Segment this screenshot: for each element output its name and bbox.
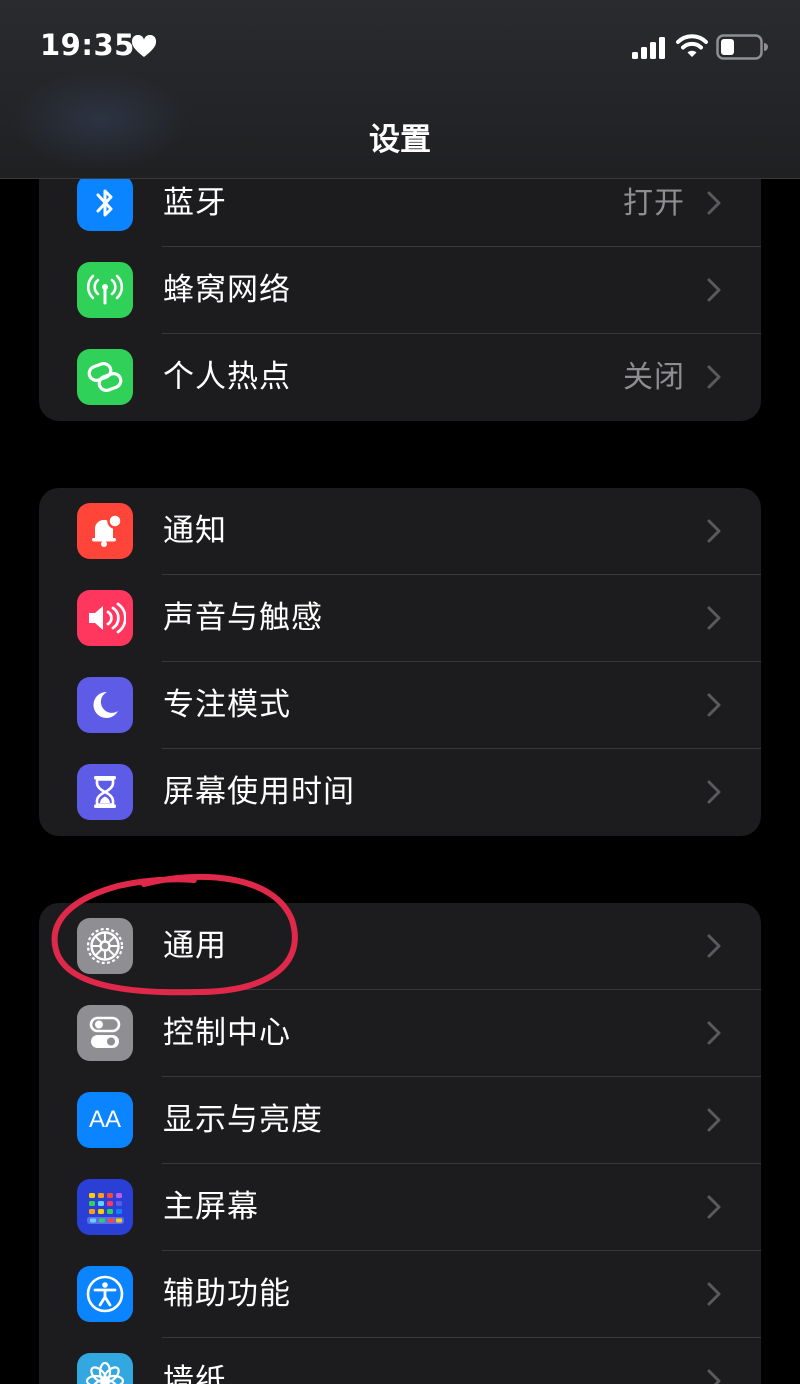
chevron-right-icon	[707, 693, 721, 717]
text-size-icon-glyph: AA	[88, 1106, 121, 1133]
settings-row-display[interactable]: AA 显示与亮度	[39, 1077, 761, 1164]
wallpaper-label: 墙纸	[163, 1363, 227, 1384]
settings-row-wallpaper[interactable]: 墙纸	[39, 1338, 761, 1384]
gear-icon	[77, 918, 133, 974]
accessibility-icon	[77, 1266, 133, 1322]
focus-label: 专注模式	[163, 687, 291, 723]
settings-row-sounds[interactable]: 声音与触感	[39, 575, 761, 662]
chevron-right-icon	[707, 1021, 721, 1045]
general-group: 通用 控制中心 AA 显示与亮度 主屏幕 辅助功能 墙纸	[39, 903, 761, 1384]
hotspot-status-value: 关闭	[623, 360, 685, 395]
speaker-icon	[77, 590, 133, 646]
chevron-right-icon	[707, 519, 721, 543]
text-size-icon: AA	[77, 1092, 133, 1148]
battery-icon	[716, 34, 768, 60]
settings-row-notifications[interactable]: 通知	[39, 488, 761, 575]
chevron-right-icon	[707, 606, 721, 630]
chevron-right-icon	[707, 1369, 721, 1384]
bluetooth-icon	[77, 175, 133, 231]
chevron-right-icon	[707, 780, 721, 804]
wifi-icon	[676, 34, 708, 57]
moon-icon	[77, 677, 133, 733]
antenna-icon	[77, 262, 133, 318]
control-center-label: 控制中心	[163, 1015, 291, 1051]
screen-time-label: 屏幕使用时间	[163, 774, 355, 810]
hourglass-icon	[77, 764, 133, 820]
chevron-right-icon	[707, 1108, 721, 1132]
chevron-right-icon	[707, 278, 721, 302]
chevron-right-icon	[707, 1282, 721, 1306]
cellular-label: 蜂窝网络	[163, 272, 291, 308]
chevron-right-icon	[707, 934, 721, 958]
accessibility-label: 辅助功能	[163, 1276, 291, 1312]
chevron-right-icon	[707, 191, 721, 215]
settings-row-home-screen[interactable]: 主屏幕	[39, 1164, 761, 1251]
flower-icon	[77, 1353, 133, 1384]
sounds-label: 声音与触感	[163, 600, 323, 636]
chevron-right-icon	[707, 1195, 721, 1219]
notifications-group: 通知 声音与触感 专注模式 屏幕使用时间	[39, 488, 761, 836]
cellular-signal-icon	[632, 37, 665, 59]
settings-row-control-center[interactable]: 控制中心	[39, 990, 761, 1077]
settings-row-screen-time[interactable]: 屏幕使用时间	[39, 749, 761, 836]
bell-icon	[77, 503, 133, 559]
display-label: 显示与亮度	[163, 1102, 323, 1138]
hotspot-label: 个人热点	[163, 359, 291, 395]
general-label: 通用	[163, 928, 227, 964]
settings-row-focus[interactable]: 专注模式	[39, 662, 761, 749]
home-screen-label: 主屏幕	[163, 1189, 259, 1225]
settings-row-hotspot[interactable]: 个人热点 关闭	[39, 334, 761, 421]
toggles-icon	[77, 1005, 133, 1061]
settings-row-general[interactable]: 通用	[39, 903, 761, 990]
heart-icon	[131, 35, 157, 57]
settings-screen: 蓝牙 打开 蜂窝网络 个人热点 关闭 通知 声音与触感 专注模式 屏幕使用时间 …	[0, 0, 800, 1384]
page-title: 设置	[369, 122, 431, 158]
navigation-header: 19:35 设置	[0, 0, 800, 179]
hotspot-chain-icon	[77, 349, 133, 405]
settings-row-cellular[interactable]: 蜂窝网络	[39, 247, 761, 334]
chevron-right-icon	[707, 365, 721, 389]
app-grid-icon	[77, 1179, 133, 1235]
status-bar-time: 19:35	[40, 28, 135, 62]
notifications-label: 通知	[163, 513, 227, 549]
settings-row-accessibility[interactable]: 辅助功能	[39, 1251, 761, 1338]
connectivity-group: 蓝牙 打开 蜂窝网络 个人热点 关闭	[39, 160, 761, 421]
